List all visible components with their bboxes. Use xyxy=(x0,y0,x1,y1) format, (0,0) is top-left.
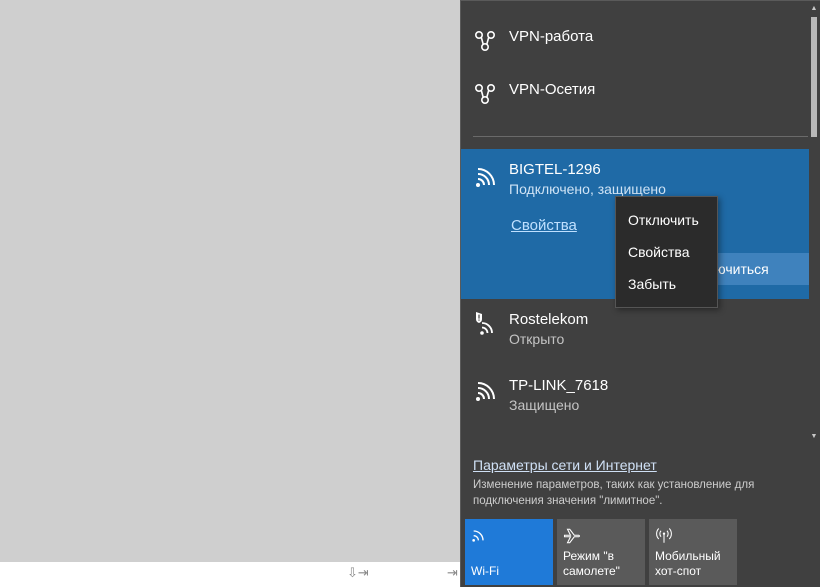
network-item-rostelekom[interactable]: Rostelekom Открыто xyxy=(461,307,809,367)
wifi-icon xyxy=(476,168,495,187)
network-item-tplink[interactable]: TP-LINK_7618 Защищено xyxy=(461,373,809,433)
airplane-mode-tile[interactable]: Режим "в самолете" xyxy=(557,519,645,585)
vpn-item-work[interactable]: VPN-работа xyxy=(461,15,801,65)
vpn-icon xyxy=(474,30,496,52)
tile-label-line: самолете" xyxy=(563,564,620,578)
tile-label-line: Режим "в xyxy=(563,549,614,563)
wifi-icon xyxy=(476,382,495,401)
context-menu: Отключить Свойства Забыть xyxy=(615,196,718,308)
wifi-toggle-tile[interactable]: Wi-Fi xyxy=(465,519,553,585)
desktop-background xyxy=(0,0,460,587)
vpn-icon xyxy=(474,83,496,105)
network-status: Подключено, защищено xyxy=(509,181,666,197)
taskbar-icon[interactable]: ⇩⇥ xyxy=(347,565,369,581)
divider xyxy=(473,136,808,137)
airplane-icon xyxy=(563,528,581,544)
mobile-hotspot-tile[interactable]: Мобильный хот-спот xyxy=(649,519,737,585)
network-settings-link[interactable]: Параметры сети и Интернет xyxy=(473,457,657,473)
taskbar-strip xyxy=(0,562,460,587)
network-name: TP-LINK_7618 xyxy=(509,377,609,394)
tile-label-line: Мобильный xyxy=(655,549,721,563)
tile-label-line: хот-спот xyxy=(655,564,702,578)
vpn-label: VPN-Осетия xyxy=(509,81,596,98)
network-name: Rostelekom xyxy=(509,311,589,328)
scroll-up-arrow-icon[interactable]: ▲ xyxy=(810,5,818,13)
tile-label: Режим "в самолете" xyxy=(563,549,620,579)
tile-label: Мобильный хот-спот xyxy=(655,549,721,579)
network-name: BIGTEL-1296 xyxy=(509,161,601,178)
scrollbar[interactable]: ▲ ▼ xyxy=(808,5,820,445)
menu-item-forget[interactable]: Забыть xyxy=(616,268,717,300)
tile-label: Wi-Fi xyxy=(471,564,499,578)
network-status: Открыто xyxy=(509,331,565,347)
vpn-item-ossetia[interactable]: VPN-Осетия xyxy=(461,68,801,118)
vpn-label: VPN-работа xyxy=(509,28,594,45)
hotspot-icon xyxy=(656,528,672,543)
properties-link[interactable]: Свойства xyxy=(511,217,577,234)
network-status: Защищено xyxy=(509,397,580,413)
menu-item-properties[interactable]: Свойства xyxy=(616,236,717,268)
wifi-icon xyxy=(472,530,484,542)
wifi-open-warning-icon xyxy=(476,312,493,335)
scroll-thumb[interactable] xyxy=(811,17,817,137)
taskbar-icon[interactable]: ⇥ xyxy=(447,565,458,581)
settings-description: Изменение параметров, таких как установл… xyxy=(473,479,755,507)
scroll-down-arrow-icon[interactable]: ▼ xyxy=(810,433,818,441)
menu-item-disconnect[interactable]: Отключить xyxy=(616,204,717,236)
